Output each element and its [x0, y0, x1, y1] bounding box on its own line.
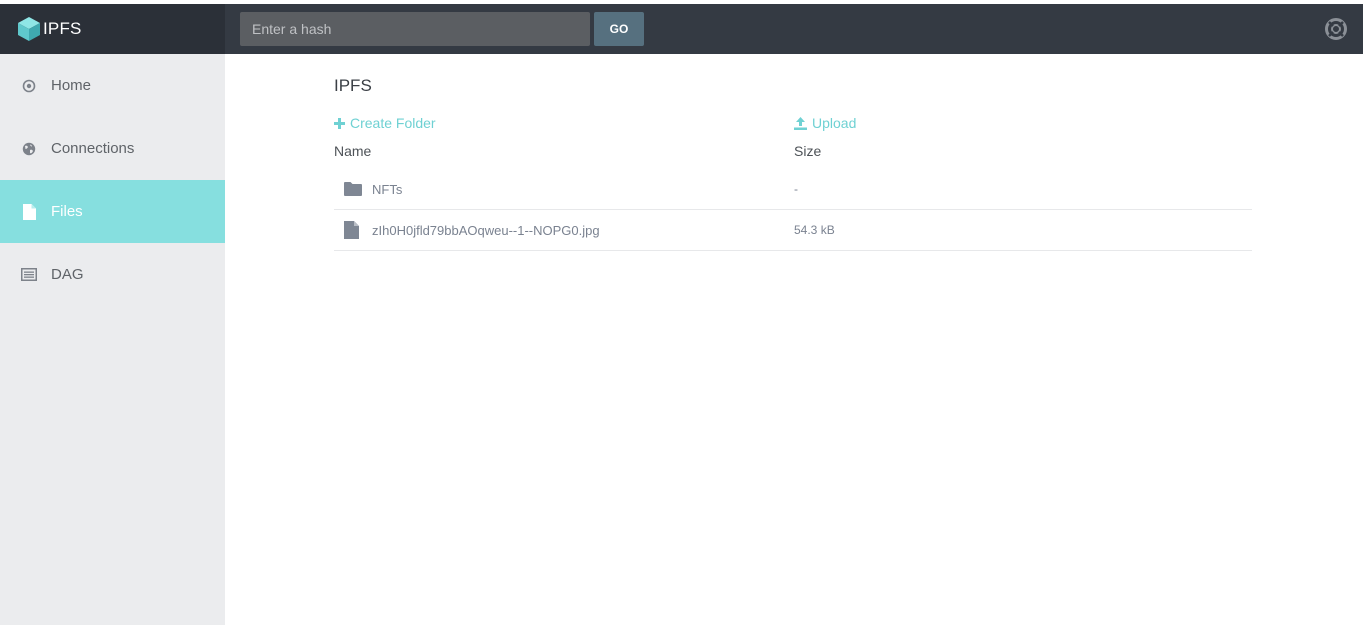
go-button[interactable]: GO — [594, 12, 644, 46]
file-size: 54.3 kB — [794, 223, 835, 237]
file-name: NFTs — [372, 181, 403, 197]
sidebar-item-home[interactable]: Home — [0, 54, 225, 117]
page-title: IPFS — [334, 76, 372, 95]
help-lifebuoy-icon[interactable] — [1325, 18, 1347, 45]
file-size: - — [794, 182, 798, 196]
file-row[interactable]: zIh0H0jfld79bbAOqweu--1--NOPG0.jpg 54.3 … — [334, 210, 1252, 251]
globe-icon — [21, 141, 37, 157]
sidebar-item-connections[interactable]: Connections — [0, 117, 225, 180]
column-header-name[interactable]: Name — [334, 143, 371, 159]
upload-label: Upload — [812, 115, 857, 131]
sidebar-item-label: DAG — [51, 266, 84, 283]
column-header-size[interactable]: Size — [794, 143, 821, 159]
sidebar-item-label: Home — [51, 77, 92, 94]
file-icon — [344, 221, 362, 239]
sidebar-item-files[interactable]: Files — [0, 180, 225, 243]
hash-search-input[interactable] — [240, 12, 590, 46]
create-folder-button[interactable]: Create Folder — [334, 115, 436, 131]
list-icon — [21, 267, 37, 283]
file-row[interactable]: NFTs - — [334, 169, 1252, 210]
brand[interactable]: IPFS — [0, 4, 225, 54]
top-bar: IPFS GO — [0, 4, 1363, 54]
ipfs-cube-icon — [18, 17, 40, 41]
file-icon — [21, 203, 37, 220]
file-name: zIh0H0jfld79bbAOqweu--1--NOPG0.jpg — [372, 222, 600, 238]
create-folder-label: Create Folder — [350, 115, 436, 131]
sidebar-item-label: Files — [51, 203, 83, 220]
target-icon — [21, 78, 37, 94]
upload-button[interactable]: Upload — [794, 115, 856, 131]
sidebar-item-label: Connections — [51, 140, 135, 157]
upload-icon — [794, 116, 807, 130]
sidebar: Home Connections Files DAG — [0, 54, 225, 625]
plus-icon — [334, 117, 345, 129]
folder-icon — [344, 182, 362, 196]
brand-name: IPFS — [43, 19, 82, 38]
sidebar-item-dag[interactable]: DAG — [0, 243, 225, 306]
